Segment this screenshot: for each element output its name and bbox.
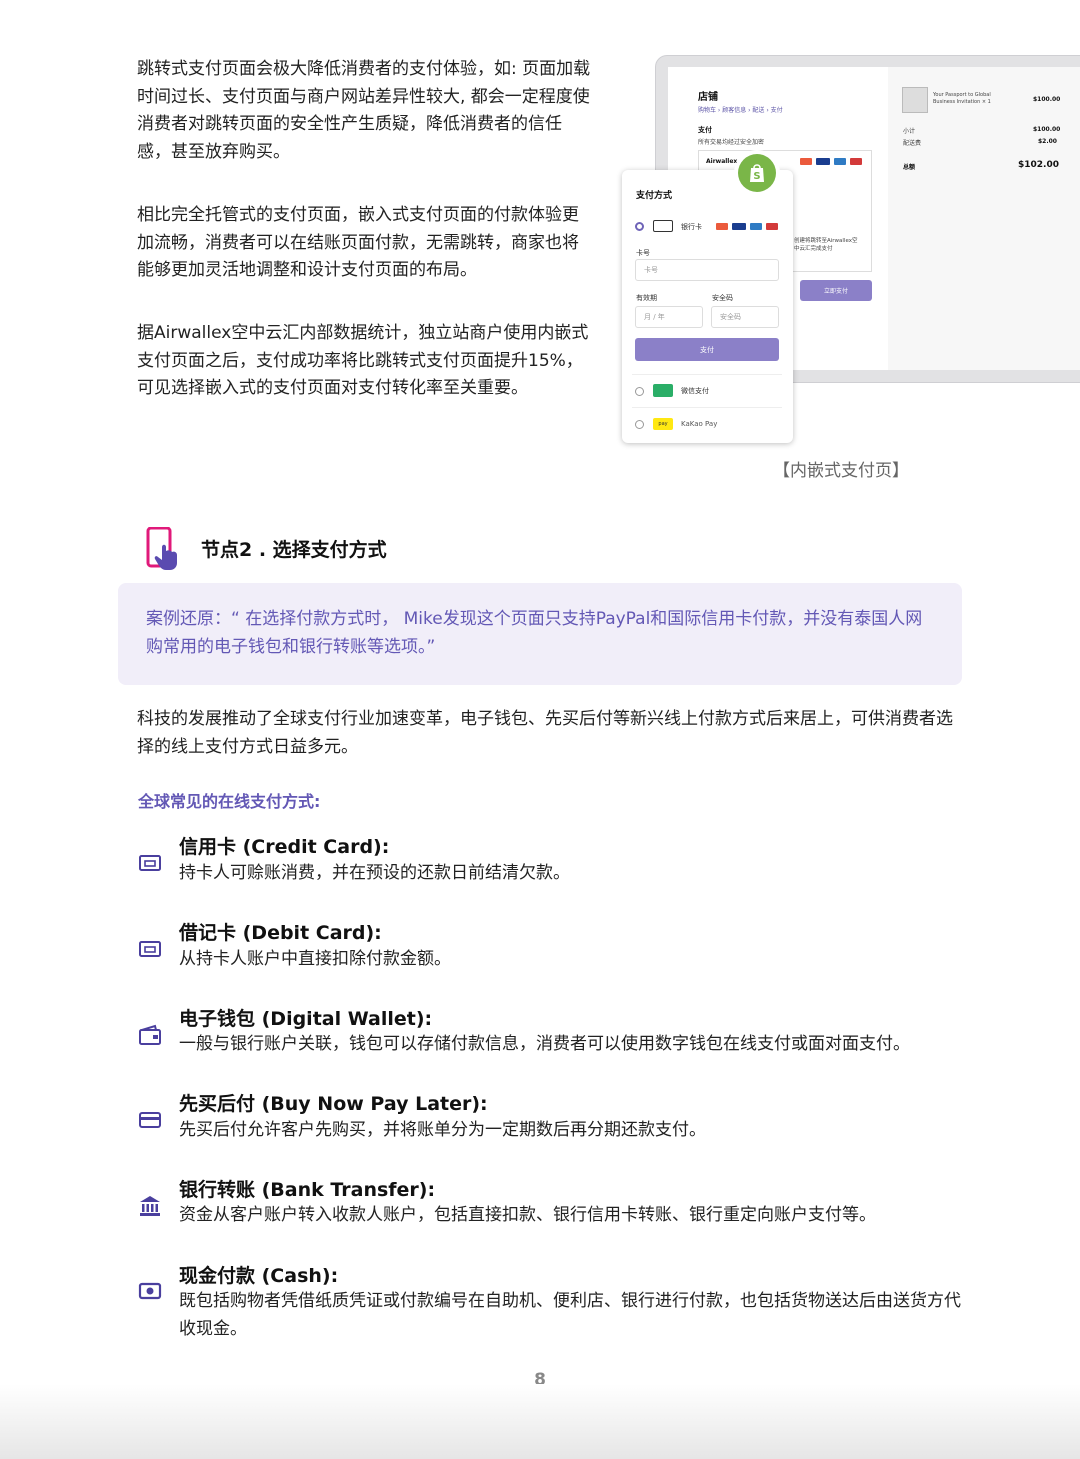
paragraph-airwallex-stats: 据Airwallex空中云汇内部数据统计，独立站商户使用内嵌式支付页面之后，支付… [137, 323, 589, 398]
phone-tap-icon [146, 526, 182, 571]
cvc-input[interactable]: 安全码 [711, 306, 779, 328]
method-title: 先买后付 (Buy Now Pay Later): [179, 1093, 488, 1115]
modal-amex-logo [750, 223, 762, 230]
card-number-input[interactable]: 卡号 [635, 259, 779, 281]
pay-now-button[interactable]: 立即支付 [800, 280, 872, 301]
subtotal-value: $100.00 [1033, 126, 1061, 133]
total-value: $102.00 [1018, 160, 1059, 170]
divider [632, 407, 782, 408]
wechat-radio[interactable] [635, 387, 644, 396]
methods-subheading: 全球常见的在线支付方式: [138, 792, 321, 811]
section-title: 节点2 . 选择支付方式 [201, 539, 387, 561]
expiry-input[interactable]: 月 / 年 [635, 306, 703, 328]
kakao-radio[interactable] [635, 420, 644, 429]
pay-heading: 支付 [698, 126, 712, 134]
modal-visa-logo [732, 223, 746, 230]
method-desc: 持卡人可赊账消费，并在预设的还款日前结清欠款。 [179, 863, 570, 883]
mastercard-logo [800, 158, 812, 165]
credit-card-icon [138, 851, 162, 875]
unionpay-logo [850, 158, 862, 165]
divider [632, 374, 782, 375]
bank-icon [138, 1194, 162, 1218]
debit-card-icon [138, 937, 162, 961]
case-quote: 案例还原：“ 在选择付款方式时， Mike发现这个页面只支持PayPal和国际信… [146, 609, 923, 657]
pay-secure-note: 所有交易均经过安全加密 [698, 139, 765, 146]
order-item-price: $100.00 [1033, 96, 1061, 103]
intro-paragraph: 科技的发展推动了全球支付行业加速变革，电子钱包、先买后付等新兴线上付款方式后来居… [137, 709, 953, 757]
store-title: 店铺 [698, 92, 718, 103]
shopify-badge: S [734, 150, 780, 196]
order-item-name: Your Passport to Global Business Invitat… [933, 92, 991, 105]
product-thumbnail [902, 87, 928, 113]
subtotal-label: 小计 [903, 128, 916, 135]
wechat-pay-icon [653, 384, 673, 397]
method-desc: 一般与银行账户关联，钱包可以存储付款信息，消费者可以使用数字钱包在线支付或面对面… [179, 1034, 910, 1054]
wechat-pay-label: 微信支付 [681, 387, 709, 395]
amex-logo [834, 158, 846, 165]
modal-unionpay-logo [766, 223, 778, 230]
shipping-value: $2.00 [1038, 138, 1057, 145]
modal-mastercard-logo [716, 223, 728, 230]
expiry-label: 有效期 [636, 294, 657, 302]
shipping-label: 配送费 [903, 140, 922, 147]
paragraph-redirect-payment: 跳转式支付页面会极大降低消费者的支付体验，如: 页面加载时间过长、支付页面与商户… [137, 59, 591, 162]
method-title: 信用卡 (Credit Card): [179, 836, 390, 858]
method-desc: 从持卡人账户中直接扣除付款金额。 [179, 949, 451, 969]
bank-card-icon [653, 220, 673, 232]
method-title: 银行转账 (Bank Transfer): [179, 1179, 436, 1201]
bank-card-label: 银行卡 [681, 223, 702, 231]
method-title: 借记卡 (Debit Card): [179, 922, 382, 944]
mockup-caption: 【内嵌式支付页】 [773, 461, 909, 481]
method-title: 现金付款 (Cash): [179, 1265, 339, 1287]
method-desc: 先买后付允许客户先购买，并将账单分为一定期数后再分期还款支付。 [179, 1120, 706, 1140]
cvc-label: 安全码 [712, 294, 733, 302]
svg-text:S: S [753, 171, 760, 182]
shopify-bag-icon: S [738, 154, 776, 192]
card-number-label: 卡号 [636, 249, 650, 257]
total-label: 总额 [903, 164, 916, 171]
method-desc: 资金从客户账户转入收款人账户，包括直接扣款、银行信用卡转账、银行重定向账户支付等… [179, 1205, 876, 1225]
page-bottom-shadow [0, 1384, 1080, 1459]
bank-card-radio[interactable] [635, 222, 644, 231]
airwallex-label: Airwallex [706, 158, 738, 165]
method-desc: 既包括购物者凭借纸质凭证或付款编号在自助机、便利店、银行进行付款，也包括货物送达… [179, 1291, 961, 1339]
modal-title: 支付方式 [636, 191, 673, 201]
kakao-pay-icon: pay [653, 418, 673, 430]
wallet-icon [138, 1023, 162, 1047]
redirect-note-1: 创建将跳转至Airwallex空 [794, 238, 858, 244]
paragraph-embedded-payment: 相比完全托管式的支付页面，嵌入式支付页面的付款体验更加流畅，消费者可以在结账页面… [137, 205, 579, 280]
modal-pay-button[interactable]: 支付 [635, 338, 779, 361]
checkout-breadcrumb: 购物车 › 顾客信息 › 配送 › 支付 [698, 107, 783, 114]
method-title: 电子钱包 (Digital Wallet): [179, 1008, 433, 1030]
visa-logo [816, 158, 830, 165]
redirect-note-2: 中云汇完成支付 [794, 246, 833, 252]
cash-icon [138, 1279, 162, 1303]
card-icon [138, 1108, 162, 1132]
kakao-pay-label: KaKao Pay [681, 420, 718, 428]
